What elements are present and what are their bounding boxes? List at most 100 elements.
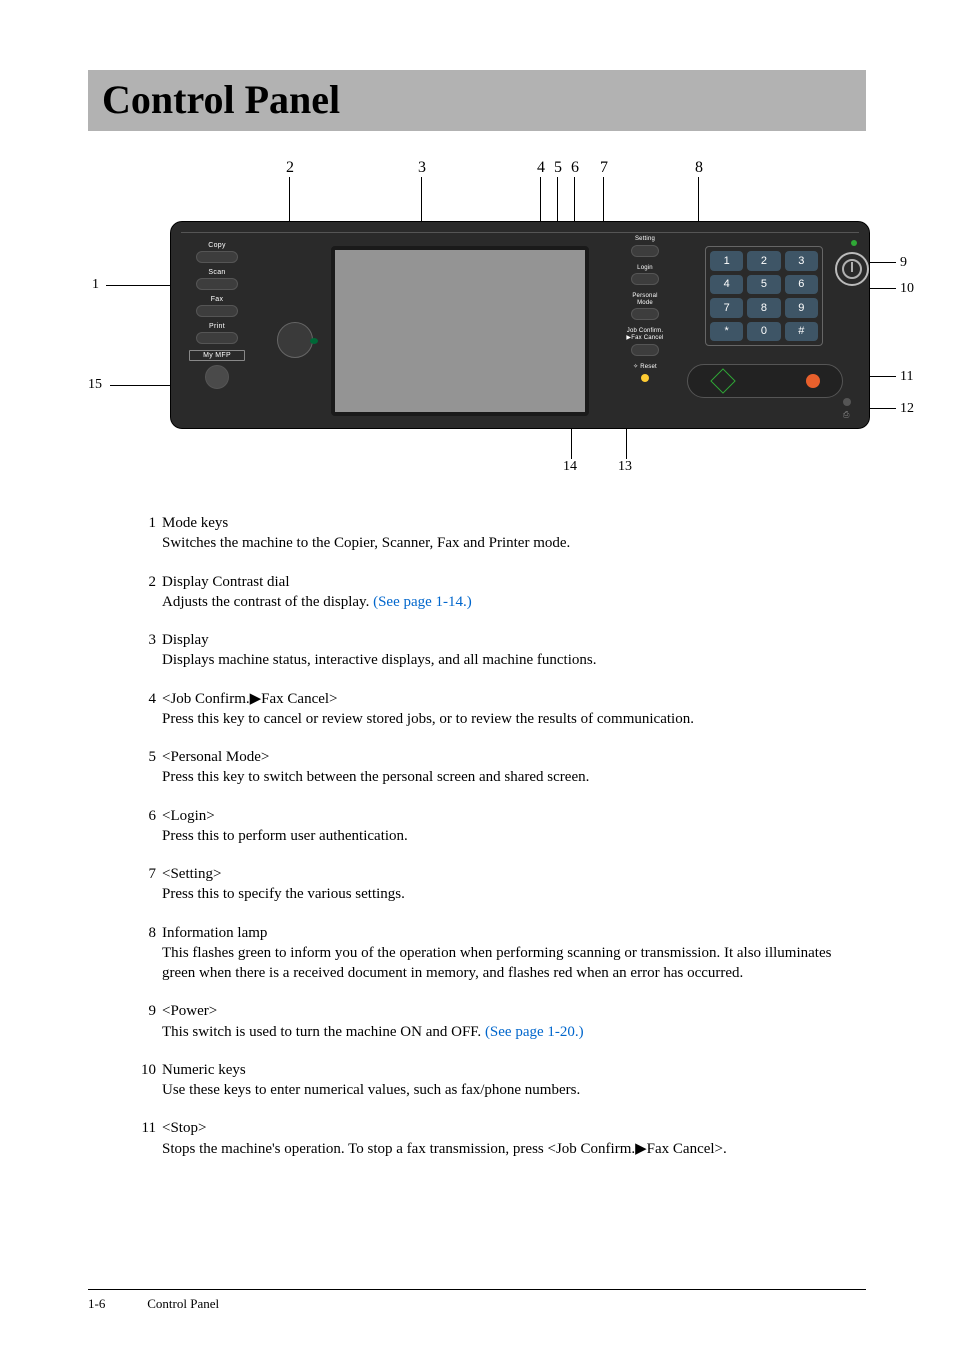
- setting-key: [631, 245, 659, 257]
- keypad-key: 3: [785, 251, 818, 271]
- mode-key: [196, 305, 238, 317]
- stop-icon: [806, 374, 820, 388]
- keypad-key: #: [785, 322, 818, 342]
- callout-13: 13: [618, 459, 632, 475]
- keypad-key: 6: [785, 275, 818, 295]
- mode-label-copy: Copy: [189, 242, 245, 249]
- mode-key: [196, 278, 238, 290]
- legend-num: 10: [128, 1060, 156, 1080]
- start-stop-bar: [687, 364, 843, 398]
- legend-title: Information lamp: [162, 925, 267, 941]
- legend-title: Display Contrast dial: [162, 574, 290, 590]
- legend-body: Press this to perform user authenticatio…: [162, 826, 866, 846]
- keypad-key: 8: [747, 298, 780, 318]
- callout-15: 15: [88, 377, 102, 393]
- legend-title: <Job Confirm.▶Fax Cancel>: [162, 691, 338, 707]
- legend-item: 3 Display Displays machine status, inter…: [162, 630, 866, 671]
- control-panel-body: Copy Scan Fax Print My MFP Setting Login…: [170, 221, 870, 429]
- legend-body-text: This switch is used to turn the machine …: [162, 1024, 485, 1040]
- callout-8: 8: [695, 159, 703, 177]
- footer-page-number: 1-6: [88, 1296, 144, 1312]
- mode-label-print: Print: [189, 323, 245, 330]
- legend-body: Switches the machine to the Copier, Scan…: [162, 533, 866, 553]
- legend-title: <Personal Mode>: [162, 749, 269, 765]
- label-job-confirm: Job Confirm. ▶Fax Cancel: [611, 328, 679, 341]
- function-key-column: Setting Login Personal Mode Job Confirm.…: [611, 236, 679, 382]
- legend-title: <Power>: [162, 1003, 217, 1019]
- callout-6: 6: [571, 159, 579, 177]
- legend-title: Numeric keys: [162, 1062, 246, 1078]
- legend-num: 7: [128, 864, 156, 884]
- callout-10: 10: [900, 281, 914, 297]
- legend-item: 8 Information lamp This flashes green to…: [162, 923, 866, 984]
- start-icon: [710, 368, 735, 393]
- legend-num: 1: [128, 513, 156, 533]
- mode-label-mymfp: My MFP: [189, 350, 245, 361]
- callout-11: 11: [900, 369, 913, 385]
- information-lamp: [851, 240, 857, 246]
- legend-num: 5: [128, 747, 156, 767]
- contrast-dial: [277, 322, 313, 358]
- job-confirm-key: [631, 344, 659, 356]
- footer-section-title: Control Panel: [147, 1296, 219, 1311]
- label-login: Login: [611, 265, 679, 272]
- page-title: Control Panel: [102, 76, 852, 123]
- legend-body: Press this key to switch between the per…: [162, 767, 866, 787]
- legend-body: Adjusts the contrast of the display. (Se…: [162, 592, 866, 612]
- legend-item: 6 <Login> Press this to perform user aut…: [162, 806, 866, 847]
- print-glyph-icon: ⎙: [843, 410, 849, 420]
- power-button-icon: [835, 252, 869, 286]
- legend-title: <Login>: [162, 808, 215, 824]
- keypad-key: 2: [747, 251, 780, 271]
- legend-item: 1 Mode keys Switches the machine to the …: [162, 513, 866, 554]
- print-indicator: [843, 398, 851, 406]
- keypad-key: 9: [785, 298, 818, 318]
- legend-title: Mode keys: [162, 515, 228, 531]
- legend-list: 1 Mode keys Switches the machine to the …: [162, 513, 866, 1177]
- callout-1: 1: [92, 277, 99, 293]
- callout-9: 9: [900, 255, 907, 271]
- legend-title: <Stop>: [162, 1120, 206, 1136]
- legend-item: 5 <Personal Mode> Press this key to swit…: [162, 747, 866, 788]
- legend-item: 9 <Power> This switch is used to turn th…: [162, 1001, 866, 1042]
- legend-body: Press this to specify the various settin…: [162, 884, 866, 904]
- legend-item: 2 Display Contrast dial Adjusts the cont…: [162, 572, 866, 613]
- login-key: [631, 273, 659, 285]
- keypad-key: 0: [747, 322, 780, 342]
- legend-num: 8: [128, 923, 156, 943]
- legend-body: Stops the machine's operation. To stop a…: [162, 1139, 866, 1159]
- keypad-key: 7: [710, 298, 743, 318]
- label-reset: ✧ Reset: [611, 364, 679, 371]
- mode-key: [196, 332, 238, 344]
- label-personal-mode: Personal Mode: [611, 293, 679, 306]
- legend-body-text: Adjusts the contrast of the display.: [162, 594, 373, 610]
- keypad-key: *: [710, 322, 743, 342]
- legend-body: Use these keys to enter numerical values…: [162, 1080, 866, 1100]
- mode-key: [196, 251, 238, 263]
- label-setting: Setting: [611, 236, 679, 243]
- keypad-key: 4: [710, 275, 743, 295]
- legend-num: 6: [128, 806, 156, 826]
- callout-3: 3: [418, 159, 426, 177]
- keypad-key: 5: [747, 275, 780, 295]
- page-footer: 1-6 Control Panel: [88, 1289, 866, 1312]
- legend-body: This flashes green to inform you of the …: [162, 943, 866, 984]
- legend-body: Press this key to cancel or review store…: [162, 709, 866, 729]
- legend-item: 4 <Job Confirm.▶Fax Cancel> Press this k…: [162, 689, 866, 730]
- mode-key-column: Copy Scan Fax Print My MFP: [189, 242, 245, 395]
- mode-label-scan: Scan: [189, 269, 245, 276]
- callout-12: 12: [900, 401, 914, 417]
- callout-5: 5: [554, 159, 562, 177]
- legend-num: 11: [128, 1118, 156, 1138]
- keypad-key: 1: [710, 251, 743, 271]
- callout-7: 7: [600, 159, 608, 177]
- page-ref-link[interactable]: (See page 1-14.): [373, 594, 472, 610]
- mode-label-fax: Fax: [189, 296, 245, 303]
- legend-item: 11 <Stop> Stops the machine's operation.…: [162, 1118, 866, 1159]
- callout-4: 4: [537, 159, 545, 177]
- personal-mode-key: [631, 308, 659, 320]
- legend-num: 9: [128, 1001, 156, 1021]
- numeric-keypad: 1 2 3 4 5 6 7 8 9 * 0 #: [705, 246, 823, 346]
- page-ref-link[interactable]: (See page 1-20.): [485, 1024, 584, 1040]
- panel-edge: [181, 232, 859, 233]
